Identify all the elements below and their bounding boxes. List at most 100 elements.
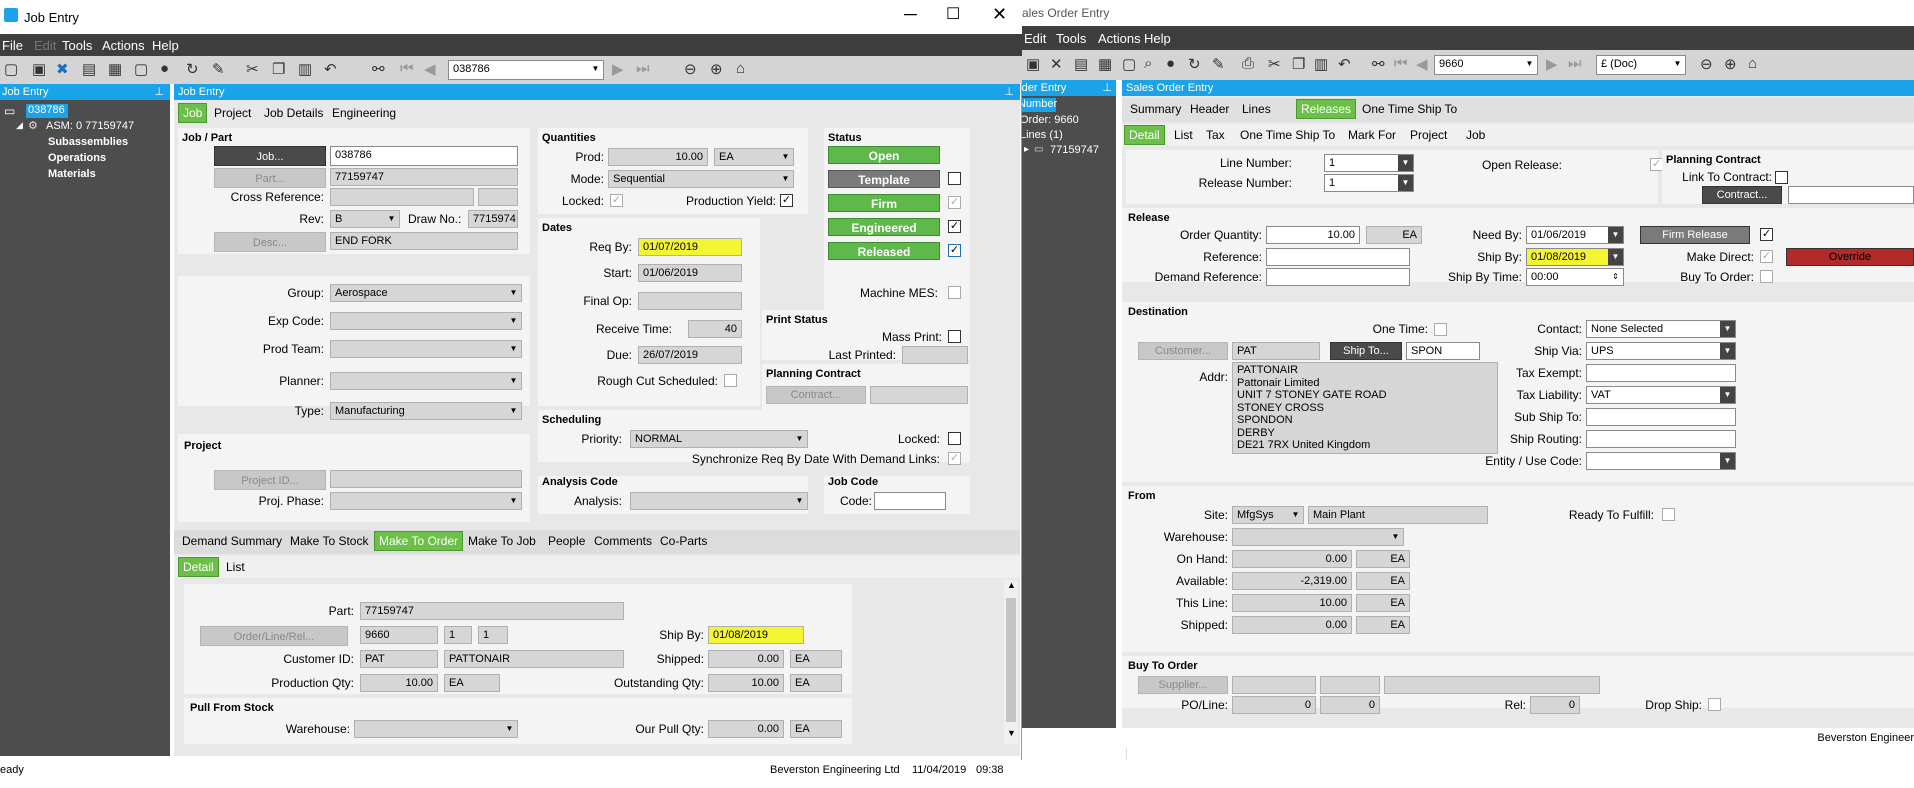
chevron-down-icon[interactable]: ▼	[1720, 453, 1735, 469]
contact-select[interactable]: None Selected ▼	[1586, 320, 1736, 338]
planner-select[interactable]: ▼	[330, 372, 522, 390]
refresh-icon[interactable]: ↻	[186, 60, 199, 78]
so-menu-help[interactable]: Help	[1144, 31, 1171, 46]
chevron-down-icon[interactable]: ▼	[1720, 343, 1735, 359]
ship-routing-input[interactable]	[1586, 430, 1736, 448]
mode-select[interactable]: Sequential ▼	[608, 170, 794, 188]
ship-via-select[interactable]: UPS ▼	[1586, 342, 1736, 360]
sched-locked-checkbox[interactable]	[948, 432, 961, 445]
rev-select[interactable]: B ▼	[330, 210, 400, 228]
print-icon[interactable]: ⎙	[1242, 55, 1254, 72]
demand-ref-input[interactable]	[1266, 268, 1410, 286]
undo-icon[interactable]: ↶	[324, 60, 337, 78]
cut-icon[interactable]: ✂	[1268, 55, 1281, 73]
desc-button[interactable]: Desc...	[214, 232, 326, 252]
tree-lines-node[interactable]: Lines (1)	[1020, 129, 1063, 141]
chevron-down-icon[interactable]: ▼	[506, 403, 521, 419]
next-record-icon[interactable]: ▶	[1546, 55, 1558, 73]
override-button[interactable]: Override	[1786, 248, 1914, 266]
job-detail-scrollbar[interactable]: ▲ ▼	[1004, 580, 1018, 744]
clear-icon[interactable]: ✖	[56, 60, 69, 78]
sub-ship-to-input[interactable]	[1586, 408, 1736, 426]
paste-icon[interactable]: ▥	[298, 60, 312, 78]
subtab-project[interactable]: Project	[1406, 124, 1451, 146]
job-input[interactable]: 038786	[330, 146, 518, 166]
buy-to-order-checkbox[interactable]	[1760, 270, 1773, 283]
tab-demand-summary[interactable]: Demand Summary	[178, 530, 286, 552]
chevron-down-icon[interactable]: ▼	[588, 61, 603, 77]
grid-icon[interactable]: ▦	[1098, 55, 1112, 73]
tab-make-to-job[interactable]: Make To Job	[464, 530, 540, 552]
project-id-button[interactable]: Project ID...	[214, 470, 326, 490]
chevron-down-icon[interactable]: ▼	[792, 493, 807, 509]
tab-engineering[interactable]: Engineering	[328, 102, 400, 124]
maximize-icon[interactable]: ☐	[946, 4, 960, 24]
chevron-down-icon[interactable]: ▼	[506, 313, 521, 329]
release-number-input[interactable]: 1 ▼	[1324, 174, 1414, 192]
tab-co-parts[interactable]: Co-Parts	[656, 530, 711, 552]
undo-icon[interactable]: ↶	[1338, 55, 1351, 73]
chevron-down-icon[interactable]: ▼	[1608, 249, 1623, 265]
forward-icon[interactable]: ⊕	[1724, 55, 1737, 73]
chevron-down-icon[interactable]: ▼	[506, 493, 521, 509]
subtab-tax[interactable]: Tax	[1202, 124, 1229, 146]
qty-locked-checkbox[interactable]: ✓	[610, 194, 623, 207]
chevron-down-icon[interactable]: ▼	[1388, 529, 1403, 545]
chevron-down-icon[interactable]: ▼	[506, 373, 521, 389]
job-contract-button[interactable]: Contract...	[766, 386, 866, 404]
prev-record-icon[interactable]: ◀	[424, 60, 436, 78]
make-direct-checkbox[interactable]: ✓	[1760, 250, 1773, 263]
home-icon[interactable]: ⌂	[1748, 55, 1757, 72]
released-status-button[interactable]: Released	[828, 242, 940, 260]
chat-icon[interactable]: ●	[160, 60, 169, 77]
ship-by-input[interactable]: 01/08/2019 ▼	[1526, 248, 1624, 266]
prev-record-icon[interactable]: ◀	[1416, 55, 1428, 73]
sync-req-by-checkbox[interactable]: ✓	[948, 452, 961, 465]
page-icon[interactable]: ▢	[1122, 55, 1136, 73]
ready-to-fulfill-checkbox[interactable]	[1662, 508, 1675, 521]
tax-liability-select[interactable]: VAT ▼	[1586, 386, 1736, 404]
req-by-field[interactable]: 01/07/2019	[638, 238, 742, 256]
chevron-down-icon[interactable]: ▼	[506, 285, 521, 301]
tab-comments[interactable]: Comments	[590, 530, 656, 552]
chevron-down-icon[interactable]: ▼	[792, 431, 807, 447]
from-warehouse-select[interactable]: ▼	[1232, 528, 1404, 546]
menu-actions[interactable]: Actions	[102, 38, 145, 53]
firm-checkbox[interactable]: ✓	[948, 196, 961, 209]
tab-job-details[interactable]: Job Details	[260, 102, 327, 124]
scroll-up-icon[interactable]: ▲	[1007, 580, 1016, 590]
type-select[interactable]: Manufacturing ▼	[330, 402, 522, 420]
subtab-mark-for[interactable]: Mark For	[1344, 124, 1400, 146]
tab-job[interactable]: Job	[178, 103, 208, 123]
open-status-button[interactable]: Open	[828, 146, 940, 164]
page-icon[interactable]: ▢	[134, 60, 148, 78]
firm-release-checkbox[interactable]: ✓	[1760, 228, 1773, 241]
chevron-down-icon[interactable]: ▼	[778, 171, 793, 187]
tree-item-node[interactable]: 77159747	[1050, 144, 1099, 156]
attach-icon[interactable]: ⌕	[1144, 55, 1152, 72]
contract-button[interactable]: Contract...	[1702, 186, 1782, 204]
code-input[interactable]	[874, 492, 946, 510]
job-number-input[interactable]: 038786 ▼	[448, 60, 604, 80]
machine-mes-checkbox[interactable]	[948, 286, 961, 299]
tab-lines[interactable]: Lines	[1238, 98, 1275, 120]
chat-icon[interactable]: ●	[1166, 55, 1175, 72]
subtab-list[interactable]: List	[1170, 124, 1197, 146]
part-button[interactable]: Part...	[214, 168, 326, 188]
new-icon[interactable]: ▢	[4, 60, 18, 78]
exp-code-select[interactable]: ▼	[330, 312, 522, 330]
brush-icon[interactable]: ✎	[1212, 55, 1225, 73]
book-icon[interactable]: ▤	[1074, 55, 1088, 73]
supplier-button[interactable]: Supplier...	[1138, 676, 1228, 694]
start-field[interactable]: 01/06/2019	[638, 264, 742, 282]
ship-to-input[interactable]: SPON	[1406, 342, 1480, 360]
customer-button[interactable]: Customer...	[1138, 342, 1228, 360]
engineered-checkbox[interactable]: ✓	[948, 220, 961, 233]
menu-file[interactable]: File	[2, 38, 23, 53]
last-record-icon[interactable]: ⏭	[1568, 55, 1582, 72]
chevron-down-icon[interactable]: ▼	[1522, 56, 1537, 72]
due-field[interactable]: 26/07/2019	[638, 346, 742, 364]
pin-icon[interactable]: ⊥	[1004, 84, 1014, 100]
subtab-one-time-ship-to[interactable]: One Time Ship To	[1236, 124, 1339, 146]
chevron-down-icon[interactable]: ▼	[506, 341, 521, 357]
